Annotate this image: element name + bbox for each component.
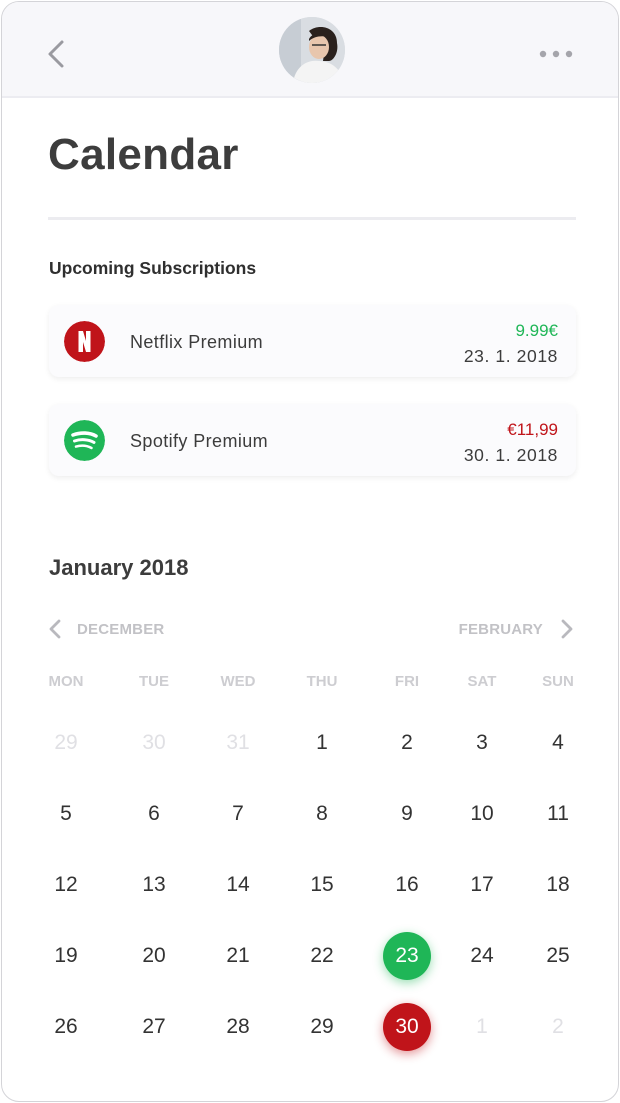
weekday-wed: WED xyxy=(220,673,256,690)
calendar-day[interactable]: 6 xyxy=(130,790,178,838)
calendar-day[interactable]: 4 xyxy=(534,719,582,767)
calendar-day-highlighted[interactable]: 30 xyxy=(383,1003,431,1051)
calendar-day[interactable]: 24 xyxy=(458,932,506,980)
calendar-day-outside-month[interactable]: 2 xyxy=(534,1003,582,1051)
calendar-day[interactable]: 18 xyxy=(534,861,582,909)
calendar-day[interactable]: 26 xyxy=(42,1003,90,1051)
calendar-day[interactable]: 8 xyxy=(298,790,346,838)
calendar-day[interactable]: 21 xyxy=(214,932,262,980)
calendar-day[interactable]: 9 xyxy=(383,790,431,838)
calendar-day[interactable]: 1 xyxy=(298,719,346,767)
weekday-tue: TUE xyxy=(139,673,169,690)
avatar[interactable] xyxy=(279,17,345,83)
calendar-day[interactable]: 29 xyxy=(298,1003,346,1051)
next-month-label: FEBRUARY xyxy=(458,620,543,638)
chevron-right-icon xyxy=(561,619,573,639)
calendar-day-highlighted[interactable]: 23 xyxy=(383,932,431,980)
subscription-price: 9.99€ xyxy=(515,321,558,340)
calendar-day[interactable]: 5 xyxy=(42,790,90,838)
subscription-card-netflix[interactable]: Netflix Premium 9.99€ 23. 1. 2018 xyxy=(49,305,576,377)
upcoming-subscriptions-heading: Upcoming Subscriptions xyxy=(49,258,257,278)
subscription-date: 23. 1. 2018 xyxy=(463,346,558,366)
calendar-day[interactable]: 13 xyxy=(130,861,178,909)
calendar-day[interactable]: 16 xyxy=(383,861,431,909)
calendar-day[interactable]: 7 xyxy=(214,790,262,838)
calendar-day[interactable]: 28 xyxy=(214,1003,262,1051)
calendar-day[interactable]: 3 xyxy=(458,719,506,767)
previous-month-button[interactable]: DECEMBER xyxy=(46,617,164,641)
title-divider xyxy=(48,217,576,220)
subscription-name: Netflix Premium xyxy=(130,332,264,352)
subscription-name: Spotify Premium xyxy=(130,431,269,451)
phone-screen: Calendar Upcoming Subscriptions Netflix … xyxy=(1,1,619,1102)
next-month-button[interactable]: FEBRUARY xyxy=(459,617,576,641)
netflix-icon xyxy=(64,321,105,362)
spotify-icon xyxy=(64,420,105,461)
calendar-day[interactable]: 19 xyxy=(42,932,90,980)
chevron-left-icon xyxy=(48,40,64,68)
calendar-day-outside-month[interactable]: 30 xyxy=(130,719,178,767)
more-options-button[interactable] xyxy=(536,42,576,66)
calendar-day[interactable]: 17 xyxy=(458,861,506,909)
calendar-day[interactable]: 27 xyxy=(130,1003,178,1051)
more-horizontal-icon xyxy=(539,50,573,58)
weekday-thu: THU xyxy=(306,673,338,690)
calendar-day[interactable]: 10 xyxy=(458,790,506,838)
top-bar xyxy=(2,2,618,98)
calendar-month-title: January 2018 xyxy=(49,555,189,580)
calendar-day-outside-month[interactable]: 1 xyxy=(458,1003,506,1051)
calendar-day[interactable]: 15 xyxy=(298,861,346,909)
calendar-day-outside-month[interactable]: 31 xyxy=(214,719,262,767)
calendar-day-outside-month[interactable]: 29 xyxy=(42,719,90,767)
weekday-fri: FRI xyxy=(394,673,420,690)
weekday-mon: MON xyxy=(48,673,84,690)
chevron-left-icon xyxy=(49,619,61,639)
calendar-day[interactable]: 11 xyxy=(534,790,582,838)
calendar-day[interactable]: 2 xyxy=(383,719,431,767)
calendar-day[interactable]: 25 xyxy=(534,932,582,980)
weekday-sun: SUN xyxy=(542,673,574,690)
subscription-date: 30. 1. 2018 xyxy=(463,445,558,465)
subscription-card-spotify[interactable]: Spotify Premium €11,99 30. 1. 2018 xyxy=(49,404,576,476)
previous-month-label: DECEMBER xyxy=(77,620,165,638)
subscription-price: €11,99 xyxy=(507,420,558,439)
back-button[interactable] xyxy=(40,36,74,72)
calendar-day[interactable]: 14 xyxy=(214,861,262,909)
page-title: Calendar xyxy=(48,130,239,179)
user-avatar-photo xyxy=(279,17,345,83)
calendar-day[interactable]: 22 xyxy=(298,932,346,980)
calendar-day[interactable]: 12 xyxy=(42,861,90,909)
calendar-day[interactable]: 20 xyxy=(130,932,178,980)
weekday-sat: SAT xyxy=(467,673,497,690)
